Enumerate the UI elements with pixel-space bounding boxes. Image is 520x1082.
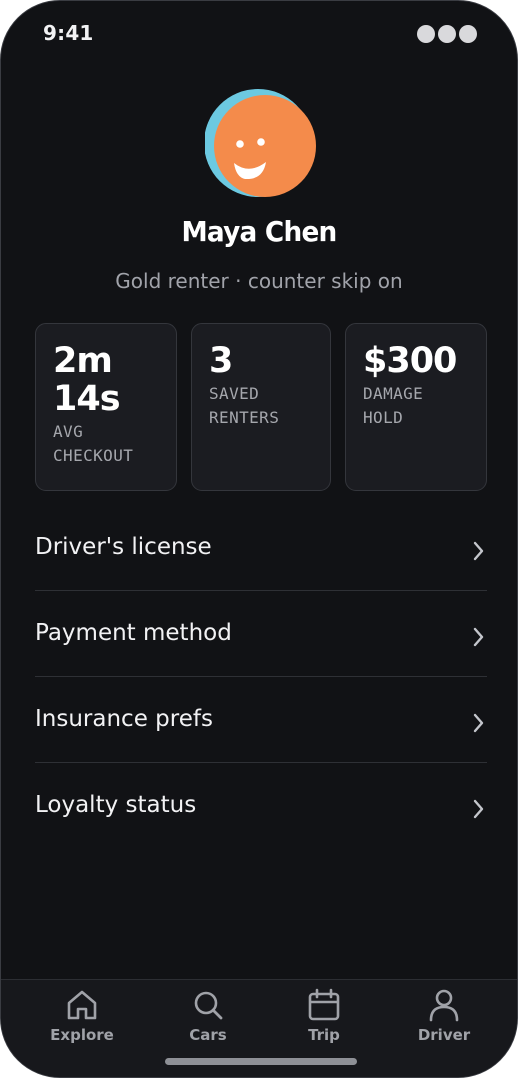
status-bar: 9:41 [1, 1, 517, 65]
profile-name: Maya Chen [181, 215, 337, 248]
status-dot-icon [417, 25, 435, 43]
tab-label: Trip [308, 1026, 340, 1044]
settings-row-label: Insurance prefs [35, 706, 213, 732]
settings-row-drivers-license[interactable]: Driver's license [35, 505, 487, 591]
profile-subtitle: Gold renter · counter skip on [115, 269, 403, 293]
settings-row-label: Loyalty status [35, 792, 197, 818]
tab-label: Cars [189, 1026, 227, 1044]
settings-row-insurance-prefs[interactable]: Insurance prefs [35, 677, 487, 763]
tab-driver[interactable]: Driver [394, 988, 494, 1050]
stat-card-damage-hold: $300 DAMAGE HOLD [345, 323, 487, 491]
status-dot-icon [459, 25, 477, 43]
stat-card-saved-renters: 3 SAVED RENTERS [191, 323, 331, 491]
status-dots-icon [417, 25, 477, 43]
status-dot-icon [438, 25, 456, 43]
stat-value-text: 2m 14s [53, 341, 121, 419]
tab-label: Driver [417, 1026, 471, 1044]
avatar-right-eye [257, 138, 265, 146]
tab-label: Explore [50, 1026, 114, 1044]
settings-list: Driver's license Payment method Insuranc… [35, 505, 487, 849]
settings-row-payment-method[interactable]: Payment method [35, 591, 487, 677]
stat-value: $300 [363, 341, 457, 381]
search-icon [194, 991, 223, 1020]
phone-frame: 9:41 Maya Chen Gold renter · counter ski… [0, 0, 518, 1078]
stat-card-avg-checkout: 2m 14s AVG CHECKOUT [35, 323, 177, 491]
user-icon [429, 989, 459, 1022]
tab-cars[interactable]: Cars [158, 988, 258, 1050]
status-time: 9:41 [43, 21, 94, 45]
avatar[interactable] [205, 87, 317, 199]
stat-label: AVG CHECKOUT [53, 422, 134, 465]
stat-value: 3 [209, 341, 233, 381]
stats-section: 2m 14s AVG CHECKOUT 3 SAVED RENTERS $300… [35, 323, 487, 491]
avatar-face-shape [214, 95, 316, 197]
chevron-right-icon [473, 541, 484, 561]
stat-value: 2m 14s [53, 342, 160, 418]
chevron-right-icon [473, 799, 484, 819]
tab-trip[interactable]: Trip [274, 988, 374, 1050]
calendar-icon [308, 988, 340, 1021]
settings-row-label: Driver's license [35, 534, 212, 560]
home-icon [67, 990, 97, 1020]
settings-row-loyalty-status[interactable]: Loyalty status [35, 763, 487, 849]
chevron-right-icon [473, 713, 484, 733]
tab-explore[interactable]: Explore [32, 988, 132, 1050]
home-indicator[interactable] [165, 1058, 357, 1065]
avatar-left-eye [236, 140, 244, 148]
stat-label: SAVED RENTERS [209, 384, 280, 427]
stat-label: DAMAGE HOLD [363, 384, 424, 427]
chevron-right-icon [473, 627, 484, 647]
settings-row-label: Payment method [35, 620, 232, 646]
